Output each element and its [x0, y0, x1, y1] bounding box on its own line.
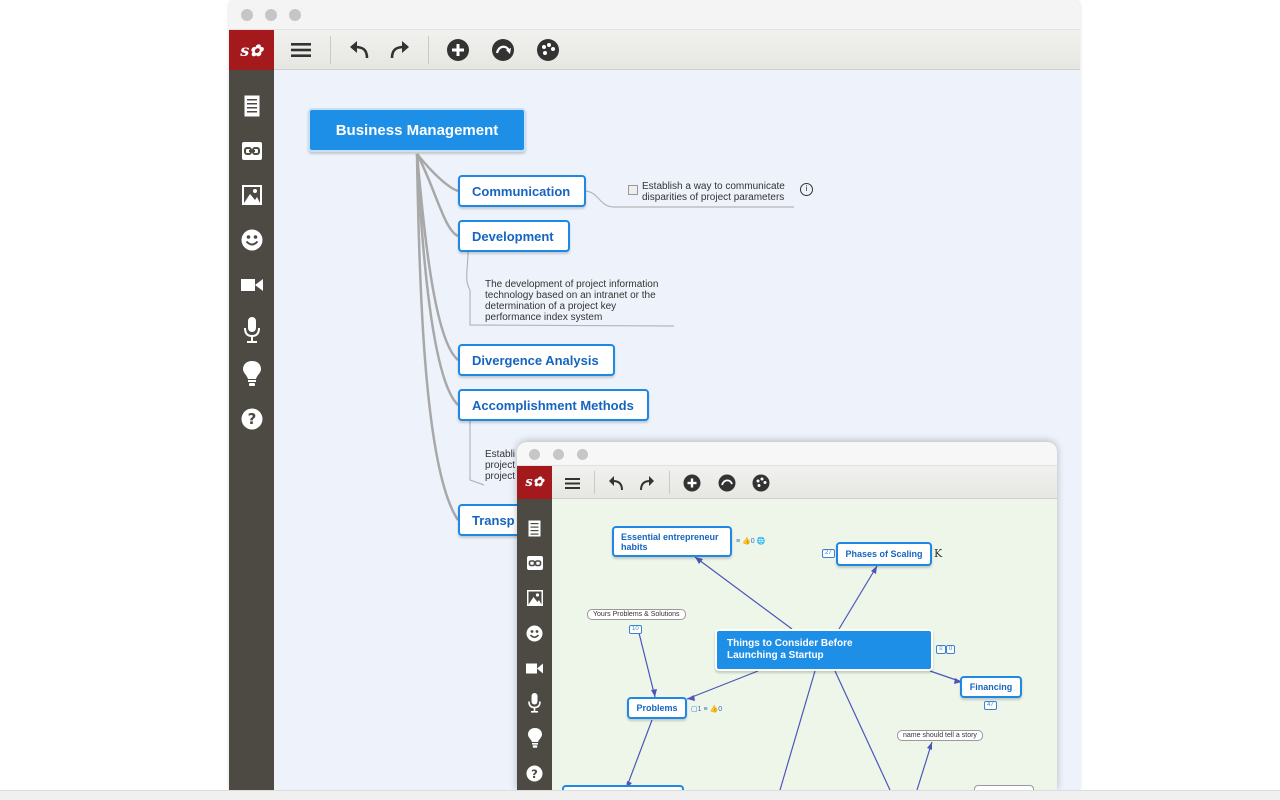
topic-node[interactable]: Essential entrepreneur habits [612, 526, 732, 557]
notes-badge: ≡ [936, 645, 946, 654]
add-circle-icon[interactable] [682, 473, 702, 493]
link-icon[interactable] [229, 136, 274, 166]
curve-link-icon[interactable] [489, 37, 517, 63]
add-circle-icon[interactable] [444, 37, 472, 63]
sidebar: ? [229, 70, 274, 790]
svg-text:?: ? [247, 410, 256, 428]
minimize-window-button[interactable] [265, 9, 277, 21]
lightbulb-icon[interactable] [229, 359, 274, 389]
hamburger-icon[interactable] [287, 38, 315, 62]
cursor-marker: K [934, 547, 943, 560]
video-icon[interactable] [517, 656, 552, 680]
microphone-icon[interactable] [229, 315, 274, 345]
redo-icon[interactable] [385, 38, 413, 62]
topic-node[interactable]: Problems [627, 697, 687, 719]
zoom-window-button[interactable] [289, 9, 301, 21]
sidebar: ? [517, 499, 552, 790]
notes-icon[interactable] [229, 91, 274, 121]
toolbar: s✿ [517, 466, 1057, 499]
task-note: Establish a way to communicate dispariti… [642, 181, 785, 203]
app-logo: s✿ [229, 30, 274, 70]
count-badge: 27 [822, 549, 835, 558]
description-note: The development of project information t… [485, 279, 659, 323]
emoji-icon[interactable] [517, 621, 552, 645]
help-icon[interactable]: ? [517, 761, 552, 785]
mind-map-canvas[interactable]: Things to Consider Before Launching a St… [552, 499, 1057, 790]
minimize-window-button[interactable] [553, 449, 564, 460]
microphone-icon[interactable] [517, 691, 552, 715]
like-badge: 0 [946, 645, 956, 654]
topic-node[interactable]: Development [458, 220, 570, 252]
subtopic-pill[interactable]: name should tell a story [897, 730, 983, 741]
toolbar: s✿ [229, 30, 1080, 70]
root-topic[interactable]: Business Management [308, 108, 526, 152]
topic-node[interactable]: Accomplishment Methods [458, 389, 649, 421]
checkbox[interactable] [628, 185, 638, 195]
hamburger-icon[interactable] [562, 473, 582, 493]
topic-node[interactable]: Financing [960, 676, 1022, 698]
palette-icon[interactable] [751, 473, 771, 493]
subtopic-pill[interactable]: Yours Problems & Solutions [587, 609, 686, 620]
zoom-window-button[interactable] [577, 449, 588, 460]
topic-node[interactable]: Communication [458, 175, 586, 207]
topic-meta: ▢1 ≡ 👍0 [691, 706, 723, 713]
title-bar [517, 442, 1057, 466]
topic-meta: ≡ 👍0 🌐 [736, 538, 766, 545]
redo-icon[interactable] [636, 473, 656, 493]
curve-link-icon[interactable] [717, 473, 737, 493]
count-badge: 10 [629, 625, 642, 634]
lightbulb-icon[interactable] [517, 726, 552, 750]
emoji-icon[interactable] [229, 225, 274, 255]
image-icon[interactable] [517, 586, 552, 610]
close-window-button[interactable] [241, 9, 253, 21]
secondary-window: s✿ ? Things to Consider Before Launching… [517, 442, 1057, 790]
link-icon[interactable] [517, 551, 552, 575]
dock-strip [0, 790, 1280, 800]
video-icon[interactable] [229, 270, 274, 300]
title-bar [229, 0, 1080, 30]
svg-text:?: ? [531, 766, 538, 780]
palette-icon[interactable] [534, 37, 562, 63]
central-topic[interactable]: Things to Consider Before Launching a St… [715, 629, 933, 671]
undo-icon[interactable] [606, 473, 626, 493]
description-note: Establi project project [485, 449, 516, 482]
info-icon[interactable]: i [800, 183, 813, 196]
notes-icon[interactable] [517, 516, 552, 540]
app-logo: s✿ [517, 466, 552, 499]
close-window-button[interactable] [529, 449, 540, 460]
topic-node[interactable]: Phases of Scaling [836, 542, 932, 566]
image-icon[interactable] [229, 180, 274, 210]
help-icon[interactable]: ? [229, 404, 274, 434]
count-badge: 47 [984, 701, 997, 710]
undo-icon[interactable] [346, 38, 374, 62]
topic-node[interactable]: Divergence Analysis [458, 344, 615, 376]
